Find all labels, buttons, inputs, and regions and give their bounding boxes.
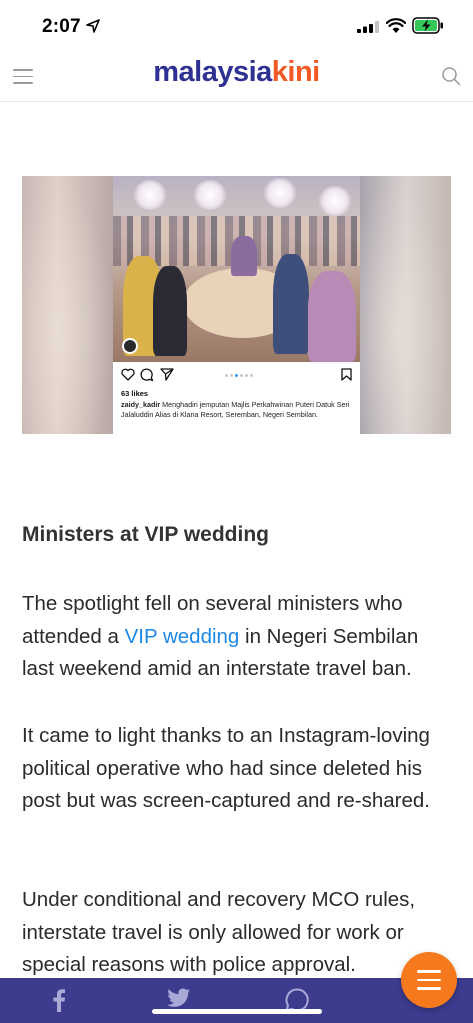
heart-icon <box>121 368 135 381</box>
status-bar: 2:07 <box>0 0 473 52</box>
location-arrow-icon <box>86 19 100 33</box>
home-indicator <box>152 1009 322 1014</box>
instagram-likes: 63 likes <box>121 389 149 398</box>
facebook-icon[interactable] <box>52 988 66 1012</box>
fab-menu-icon-bar-1 <box>417 970 441 973</box>
bookmark-icon <box>341 368 352 381</box>
article-paragraph-3: Under conditional and recovery MCO rules… <box>22 888 416 976</box>
article-image[interactable]: 63 likes zaidy_kadir Menghadiri jemputan… <box>22 176 451 434</box>
fab-menu-icon-bar-3 <box>417 987 441 990</box>
status-time: 2:07 <box>42 16 81 37</box>
twitter-icon[interactable] <box>165 988 191 1010</box>
article-subheading: Ministers at VIP wedding <box>22 523 269 546</box>
image-blur-right <box>360 176 451 434</box>
fab-menu-icon-bar-2 <box>417 978 441 981</box>
instagram-caption: zaidy_kadir Menghadiri jemputan Majlis P… <box>121 400 353 419</box>
share-icon <box>160 368 174 381</box>
wedding-photo <box>113 176 360 362</box>
cellular-signal-icon <box>357 21 379 33</box>
app-header: malaysiakini <box>0 52 473 102</box>
instagram-tag-icon <box>122 338 138 354</box>
malaysiakini-logo[interactable]: malaysiakini <box>0 56 473 89</box>
article-paragraph-2: It came to light thanks to an Instagram-… <box>22 724 430 812</box>
wifi-icon <box>386 18 406 33</box>
floating-menu-button[interactable] <box>401 952 457 1008</box>
battery-charging-icon <box>412 17 443 34</box>
comment-icon <box>140 368 154 382</box>
search-icon[interactable] <box>441 66 461 86</box>
instagram-post-screenshot: 63 likes zaidy_kadir Menghadiri jemputan… <box>113 176 360 434</box>
logo-text-kini: kini <box>271 56 320 88</box>
article-paragraph-1: The spotlight fell on several ministers … <box>22 588 454 686</box>
instagram-actions <box>121 368 353 384</box>
logo-text-malaysia: malaysia <box>153 56 272 88</box>
carousel-dots <box>225 374 255 377</box>
vip-wedding-link[interactable]: VIP wedding <box>125 625 240 648</box>
image-blur-left <box>22 176 113 434</box>
instagram-username: zaidy_kadir <box>121 400 161 409</box>
